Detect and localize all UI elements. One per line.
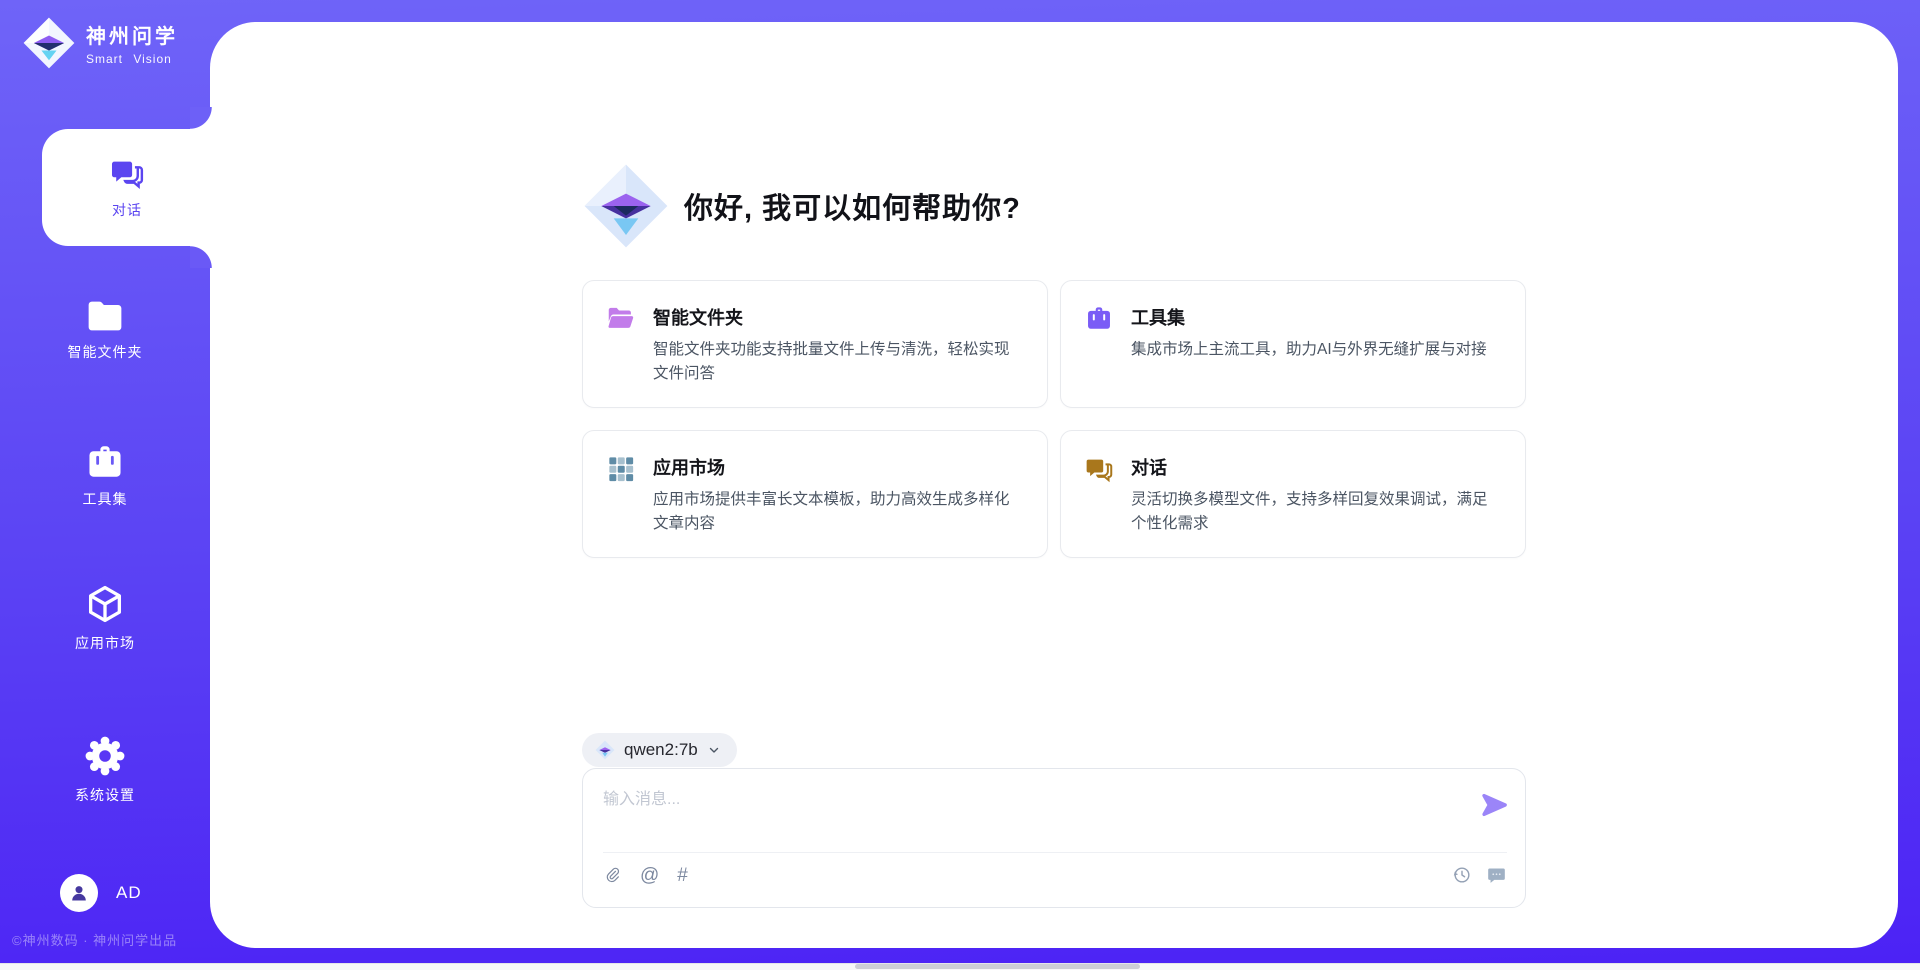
horizontal-scrollbar[interactable] xyxy=(0,963,1920,970)
card-smart-folder[interactable]: 智能文件夹 智能文件夹功能支持批量文件上传与清洗，轻松实现文件问答 xyxy=(582,280,1048,408)
composer-left-tools: @ # xyxy=(603,865,688,886)
sidebar-footer-text: ©神州数码 · 神州问学出品 xyxy=(12,930,177,949)
card-description: 应用市场提供丰富长文本模板，助力高效生成多样化文章内容 xyxy=(653,488,1021,536)
sidebar-item-label: 智能文件夹 xyxy=(0,342,210,362)
card-title: 对话 xyxy=(1131,454,1499,480)
folder-icon xyxy=(85,298,125,334)
gem-model-icon xyxy=(595,740,615,760)
message-composer: @ # xyxy=(582,768,1526,908)
gear-icon xyxy=(84,735,126,777)
model-selector[interactable]: qwen2:7b xyxy=(582,733,737,767)
scrollbar-thumb[interactable] xyxy=(855,964,1140,969)
chevron-down-icon xyxy=(707,743,721,757)
paperclip-icon xyxy=(603,865,622,886)
grid-icon xyxy=(607,455,635,483)
card-description: 智能文件夹功能支持批量文件上传与清洗，轻松实现文件问答 xyxy=(653,338,1021,386)
card-app-market[interactable]: 应用市场 应用市场提供丰富长文本模板，助力高效生成多样化文章内容 xyxy=(582,430,1048,558)
folder-icon xyxy=(607,305,635,331)
brand-name: 神州问学 xyxy=(86,20,178,49)
sidebar-item-app-market[interactable]: 应用市场 xyxy=(0,583,210,653)
card-title: 工具集 xyxy=(1131,304,1487,330)
sidebar-item-settings[interactable]: 系统设置 xyxy=(0,735,210,805)
feature-cards: 智能文件夹 智能文件夹功能支持批量文件上传与清洗，轻松实现文件问答 工具集 集成… xyxy=(582,280,1526,558)
briefcase-icon xyxy=(1085,305,1113,332)
attach-button[interactable] xyxy=(603,865,622,886)
chat-bubbles-icon xyxy=(1085,455,1113,483)
chat-bubbles-icon xyxy=(110,156,144,190)
sidebar-item-chat[interactable]: 对话 xyxy=(42,129,212,246)
greeting-title: 你好, 我可以如何帮助你? xyxy=(684,185,1021,227)
brand-subtitle: Smart Vision xyxy=(86,52,178,66)
sidebar-item-label: 对话 xyxy=(112,200,142,220)
user-label: AD xyxy=(116,883,142,903)
history-clock-icon xyxy=(1452,865,1472,885)
history-button[interactable] xyxy=(1452,865,1472,885)
sidebar-item-toolset[interactable]: 工具集 xyxy=(0,443,210,509)
send-button[interactable] xyxy=(1479,791,1509,821)
gem-greeting-icon xyxy=(582,162,670,250)
message-input[interactable] xyxy=(603,785,1451,852)
model-name: qwen2:7b xyxy=(624,740,698,760)
card-title: 智能文件夹 xyxy=(653,304,1021,330)
card-toolset[interactable]: 工具集 集成市场上主流工具，助力AI与外界无缝扩展与对接 xyxy=(1060,280,1526,408)
topic-button[interactable]: # xyxy=(677,866,688,885)
greeting: 你好, 我可以如何帮助你? xyxy=(582,162,1526,250)
message-panel-button[interactable] xyxy=(1486,865,1507,886)
brand-logo: 神州问学 Smart Vision xyxy=(22,16,178,70)
sidebar-item-smart-folder[interactable]: 智能文件夹 xyxy=(0,298,210,362)
user-menu[interactable]: AD xyxy=(60,874,142,912)
sidebar-item-label: 系统设置 xyxy=(0,785,210,805)
sidebar-item-label: 应用市场 xyxy=(0,633,210,653)
composer-toolbar: @ # xyxy=(603,853,1507,897)
main-content: 你好, 我可以如何帮助你? 智能文件夹 智能文件夹功能支持批量文件上传与清洗，轻… xyxy=(210,22,1898,948)
card-chat[interactable]: 对话 灵活切换多模型文件，支持多样回复效果调试，满足个性化需求 xyxy=(1060,430,1526,558)
gem-logo-icon xyxy=(22,16,76,70)
hash-icon: # xyxy=(677,866,688,885)
message-square-icon xyxy=(1486,865,1507,886)
cube-icon xyxy=(84,583,126,625)
card-description: 集成市场上主流工具，助力AI与外界无缝扩展与对接 xyxy=(1131,338,1487,362)
person-icon xyxy=(67,881,91,905)
card-description: 灵活切换多模型文件，支持多样回复效果调试，满足个性化需求 xyxy=(1131,488,1499,536)
briefcase-icon xyxy=(85,443,125,481)
at-icon: @ xyxy=(640,866,659,885)
mention-button[interactable]: @ xyxy=(640,866,659,885)
composer-area: qwen2:7b xyxy=(582,733,1526,908)
avatar[interactable] xyxy=(60,874,98,912)
card-title: 应用市场 xyxy=(653,454,1021,480)
sidebar-item-label: 工具集 xyxy=(0,489,210,509)
send-icon xyxy=(1480,791,1508,819)
composer-right-tools xyxy=(1452,865,1507,886)
